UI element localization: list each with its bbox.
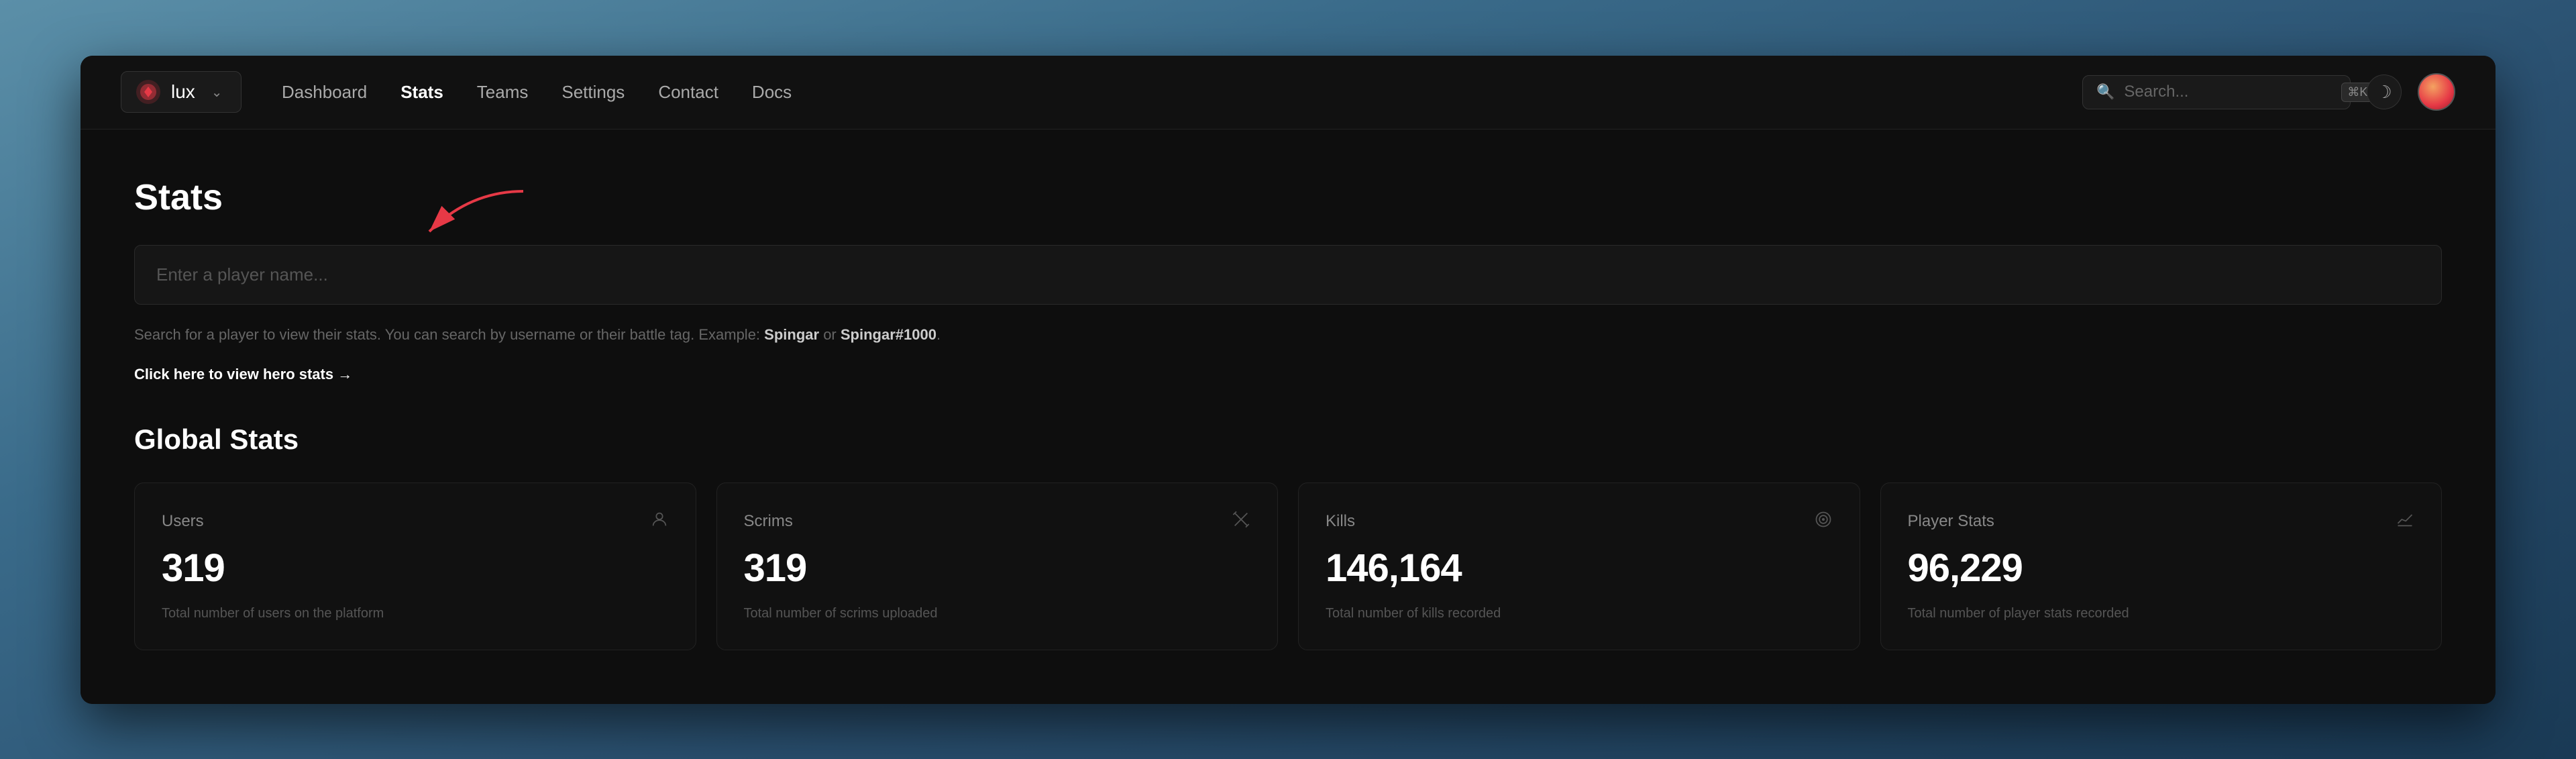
stat-card-scrims: Scrims 319 Total number of scrims upload…: [716, 483, 1279, 650]
stat-label-scrims: Scrims: [744, 512, 793, 531]
stat-value-player-stats: 96,229: [1908, 546, 2415, 591]
chevron-down-icon: ⌄: [211, 84, 223, 101]
stats-grid: Users 319 Total number of users on the p…: [134, 483, 2442, 650]
page-title: Stats: [134, 176, 2442, 218]
stat-label-users: Users: [162, 512, 204, 531]
main-content: Stats Search for a player to view their …: [80, 130, 2496, 704]
player-search-input[interactable]: [134, 245, 2442, 305]
nav-contact[interactable]: Contact: [658, 78, 718, 107]
brand-name: lux: [171, 81, 195, 103]
stat-desc-scrims: Total number of scrims uploaded: [744, 604, 1251, 623]
stat-card-users: Users 319 Total number of users on the p…: [134, 483, 696, 650]
stat-desc-kills: Total number of kills recorded: [1326, 604, 1833, 623]
search-hint-text: Search for a player to view their stats.…: [134, 323, 2442, 346]
nav-docs[interactable]: Docs: [752, 78, 792, 107]
chart-icon: [2396, 510, 2414, 534]
stat-value-scrims: 319: [744, 546, 1251, 591]
nav-links: Dashboard Stats Teams Settings Contact D…: [282, 78, 2042, 107]
stat-header-kills: Kills: [1326, 510, 1833, 534]
navbar: lux ⌄ Dashboard Stats Teams Settings Con…: [80, 56, 2496, 130]
nav-stats[interactable]: Stats: [400, 78, 443, 107]
target-icon: [1814, 510, 1833, 534]
stat-header-player-stats: Player Stats: [1908, 510, 2415, 534]
global-search-input[interactable]: [2124, 83, 2332, 101]
moon-icon: ☽: [2376, 82, 2392, 103]
stat-desc-users: Total number of users on the platform: [162, 604, 669, 623]
global-stats-title: Global Stats: [134, 423, 2442, 456]
stat-value-kills: 146,164: [1326, 546, 1833, 591]
search-section: [134, 245, 2442, 323]
search-icon: 🔍: [2096, 83, 2114, 101]
avatar-image: [2419, 74, 2454, 109]
stat-card-kills: Kills 146,164 Total number of kills reco…: [1298, 483, 1860, 650]
stat-value-users: 319: [162, 546, 669, 591]
hero-stats-link[interactable]: Click here to view hero stats →: [134, 366, 352, 383]
user-avatar[interactable]: [2418, 73, 2455, 111]
nav-teams[interactable]: Teams: [477, 78, 529, 107]
swords-icon: [1232, 510, 1250, 534]
stat-label-player-stats: Player Stats: [1908, 512, 1994, 531]
brand-logo-icon: [135, 79, 162, 105]
example-username-2: Spingar#1000: [841, 326, 936, 343]
nav-dashboard[interactable]: Dashboard: [282, 78, 367, 107]
stat-card-player-stats: Player Stats 96,229 Total number of play…: [1880, 483, 2443, 650]
example-username-1: Spingar: [764, 326, 819, 343]
stat-label-kills: Kills: [1326, 512, 1355, 531]
stat-header-users: Users: [162, 510, 669, 534]
nav-settings[interactable]: Settings: [561, 78, 625, 107]
app-window: lux ⌄ Dashboard Stats Teams Settings Con…: [80, 56, 2496, 704]
person-icon: [650, 510, 669, 534]
stat-desc-player-stats: Total number of player stats recorded: [1908, 604, 2415, 623]
stat-header-scrims: Scrims: [744, 510, 1251, 534]
nav-right: 🔍 ⌘K ☽: [2082, 73, 2455, 111]
global-search-box[interactable]: 🔍 ⌘K: [2082, 75, 2351, 109]
theme-toggle-button[interactable]: ☽: [2367, 74, 2402, 109]
brand-selector[interactable]: lux ⌄: [121, 71, 241, 113]
